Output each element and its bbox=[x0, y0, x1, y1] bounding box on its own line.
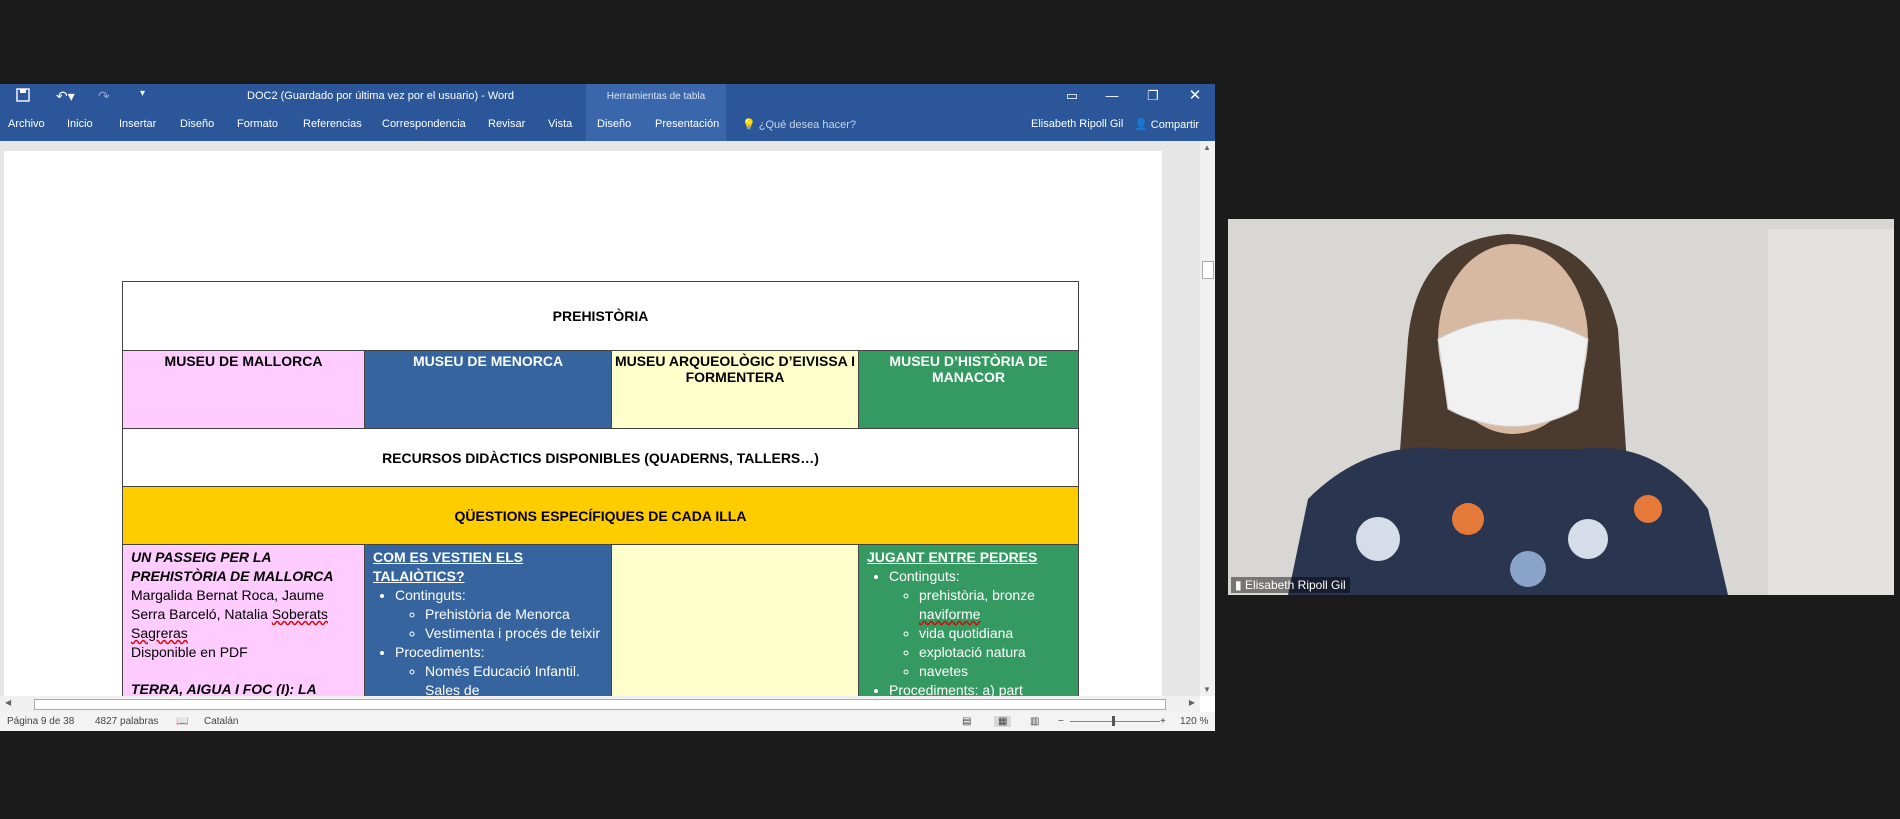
hscroll-thumb[interactable] bbox=[34, 699, 1166, 710]
scroll-left-icon[interactable]: ◀ bbox=[5, 698, 11, 707]
list-item: Només Educació Infantil. Sales de bbox=[425, 662, 603, 696]
menorca-content[interactable]: COM ES VESTIEN ELS TALAIÒTICS? Contingut… bbox=[364, 544, 612, 696]
status-bar: Página 9 de 38 4827 palabras 📖 Catalán ▤… bbox=[0, 712, 1215, 731]
tab-insertar[interactable]: Insertar bbox=[119, 118, 156, 130]
item-text-flagged: naviforme bbox=[919, 606, 981, 622]
participant-video bbox=[1228, 219, 1894, 595]
share-button[interactable]: 👤 Compartir bbox=[1134, 118, 1199, 131]
participant-name-label: ▮ Elisabeth Ripoll Gil bbox=[1231, 577, 1350, 593]
list-item: Continguts: Prehistòria de Menorca Vesti… bbox=[395, 586, 603, 643]
tab-table-diseno[interactable]: Diseño bbox=[597, 118, 631, 130]
list-item: Vestimenta i procés de teixir bbox=[425, 624, 603, 643]
tab-referencias[interactable]: Referencias bbox=[303, 118, 362, 130]
proofing-icon[interactable]: 📖 bbox=[176, 716, 188, 727]
title-bar: ↶▾ ↷ ▾ DOC2 (Guardado por última vez por… bbox=[0, 84, 1215, 109]
tell-me-text: ¿Qué desea hacer? bbox=[758, 119, 856, 131]
procedures-label: Procediments: bbox=[395, 644, 485, 660]
word-count[interactable]: 4827 palabras bbox=[95, 716, 158, 727]
user-name[interactable]: Elisabeth Ripoll Gil bbox=[1031, 118, 1123, 130]
document-page[interactable]: PREHISTÒRIA MUSEU DE MALLORCA MUSEU DE M… bbox=[4, 151, 1162, 696]
prehistoria-table[interactable]: PREHISTÒRIA MUSEU DE MALLORCA MUSEU DE M… bbox=[122, 281, 1079, 696]
contents-label: Continguts: bbox=[395, 587, 466, 603]
questions-row[interactable]: QÜESTIONS ESPECÍFIQUES DE CADA ILLA bbox=[122, 486, 1079, 545]
language[interactable]: Catalán bbox=[204, 716, 238, 727]
restore-button[interactable]: ❐ bbox=[1136, 86, 1170, 106]
zoom-slider[interactable] bbox=[1070, 721, 1160, 722]
museum-eivissa[interactable]: MUSEU ARQUEOLÒGIC D’EIVISSA I FORMENTERA bbox=[611, 350, 859, 429]
resources-row[interactable]: RECURSOS DIDÀCTICS DISPONIBLES (QUADERNS… bbox=[122, 428, 1079, 487]
video-tile[interactable]: ▮ Elisabeth Ripoll Gil bbox=[1228, 219, 1894, 595]
tab-revisar[interactable]: Revisar bbox=[488, 118, 525, 130]
document-title: DOC2 (Guardado por última vez por el usu… bbox=[247, 90, 514, 102]
mallorca-title: UN PASSEIG PER LA PREHISTÒRIA DE MALLORC… bbox=[131, 549, 334, 584]
museum-mallorca[interactable]: MUSEU DE MALLORCA bbox=[122, 350, 365, 429]
web-layout-icon[interactable]: ▥ bbox=[1030, 716, 1039, 727]
tab-archivo[interactable]: Archivo bbox=[8, 118, 45, 130]
museum-menorca[interactable]: MUSEU DE MENORCA bbox=[364, 350, 612, 429]
horizontal-scrollbar[interactable]: ◀ ▶ bbox=[0, 696, 1200, 712]
redo-icon[interactable]: ↷ bbox=[98, 88, 110, 105]
participant-name: Elisabeth Ripoll Gil bbox=[1244, 578, 1346, 592]
menorca-list: Continguts: Prehistòria de Menorca Vesti… bbox=[373, 586, 603, 696]
zoom-level[interactable]: 120 % bbox=[1180, 716, 1208, 727]
word-window: ↶▾ ↷ ▾ DOC2 (Guardado por última vez por… bbox=[0, 84, 1215, 731]
customize-qat-icon[interactable]: ▾ bbox=[140, 88, 145, 99]
minimize-button[interactable]: — bbox=[1095, 86, 1129, 106]
mallorca-next-title: TERRA, AIGUA I FOC (I): LA bbox=[131, 681, 317, 696]
close-button[interactable]: ✕ bbox=[1178, 86, 1212, 106]
list-item: vida quotidiana bbox=[919, 624, 1070, 643]
print-layout-icon[interactable]: ▦ bbox=[994, 716, 1012, 727]
signal-icon: ▮ bbox=[1235, 578, 1242, 592]
document-area[interactable]: PREHISTÒRIA MUSEU DE MALLORCA MUSEU DE M… bbox=[0, 141, 1200, 696]
tab-presentacion[interactable]: Presentación bbox=[655, 118, 719, 130]
share-label: Compartir bbox=[1150, 119, 1200, 131]
list-item: explotació natura bbox=[919, 643, 1070, 662]
manacor-content[interactable]: JUGANT ENTRE PEDRES Continguts: prehistò… bbox=[858, 544, 1079, 696]
list-item: navetes bbox=[919, 662, 1070, 681]
table-tools-context: Herramientas de tabla bbox=[586, 84, 726, 109]
tell-me-search[interactable]: 💡 ¿Qué desea hacer? bbox=[742, 118, 856, 131]
scroll-down-icon[interactable]: ▼ bbox=[1203, 685, 1211, 694]
lightbulb-icon: 💡 bbox=[742, 119, 756, 131]
save-icon[interactable] bbox=[16, 88, 30, 105]
scroll-right-icon[interactable]: ▶ bbox=[1189, 698, 1195, 707]
zoom-slider-thumb[interactable] bbox=[1112, 716, 1115, 726]
manacor-list: Continguts: prehistòria, bronze naviform… bbox=[867, 567, 1070, 696]
scroll-up-icon[interactable]: ▲ bbox=[1203, 143, 1211, 152]
undo-icon[interactable]: ↶▾ bbox=[56, 88, 75, 105]
scroll-thumb[interactable] bbox=[1202, 261, 1214, 279]
mallorca-authors: Margalida Bernat Roca, Jaume Serra Barce… bbox=[131, 586, 356, 643]
manacor-title[interactable]: JUGANT ENTRE PEDRES bbox=[867, 548, 1070, 567]
person-icon: 👤 bbox=[1134, 119, 1148, 131]
zoom-out-icon[interactable]: − bbox=[1058, 716, 1064, 727]
eivissa-content[interactable] bbox=[611, 544, 859, 696]
ribbon-tabs: Archivo Inicio Insertar Diseño Formato R… bbox=[0, 109, 1215, 141]
menorca-title[interactable]: COM ES VESTIEN ELS TALAIÒTICS? bbox=[373, 548, 603, 586]
list-item: Procediments: a) part bbox=[889, 681, 1070, 696]
page-count[interactable]: Página 9 de 38 bbox=[7, 716, 74, 727]
tab-diseno[interactable]: Diseño bbox=[180, 118, 214, 130]
item-text: prehistòria, bronze bbox=[919, 587, 1035, 603]
list-item: Prehistòria de Menorca bbox=[425, 605, 603, 624]
tab-correspondencia[interactable]: Correspondencia bbox=[382, 118, 466, 130]
list-item: prehistòria, bronze naviforme bbox=[919, 586, 1070, 624]
contents-label: Continguts: bbox=[889, 568, 960, 584]
mallorca-content[interactable]: UN PASSEIG PER LA PREHISTÒRIA DE MALLORC… bbox=[122, 544, 365, 696]
tab-inicio[interactable]: Inicio bbox=[67, 118, 93, 130]
museum-manacor[interactable]: MUSEU D’HISTÒRIA DE MANACOR bbox=[858, 350, 1079, 429]
mallorca-available: Disponible en PDF bbox=[131, 644, 248, 660]
list-item: Continguts: prehistòria, bronze naviform… bbox=[889, 567, 1070, 681]
read-mode-icon[interactable]: ▤ bbox=[962, 716, 971, 727]
zoom-in-icon[interactable]: + bbox=[1160, 716, 1166, 727]
table-title[interactable]: PREHISTÒRIA bbox=[122, 281, 1079, 351]
vertical-scrollbar[interactable]: ▲ ▼ bbox=[1200, 141, 1215, 696]
list-item: Procediments: Només Educació Infantil. S… bbox=[395, 643, 603, 696]
tab-formato[interactable]: Formato bbox=[237, 118, 278, 130]
tab-vista[interactable]: Vista bbox=[548, 118, 572, 130]
ribbon-display-icon[interactable]: ▭ bbox=[1055, 86, 1089, 106]
